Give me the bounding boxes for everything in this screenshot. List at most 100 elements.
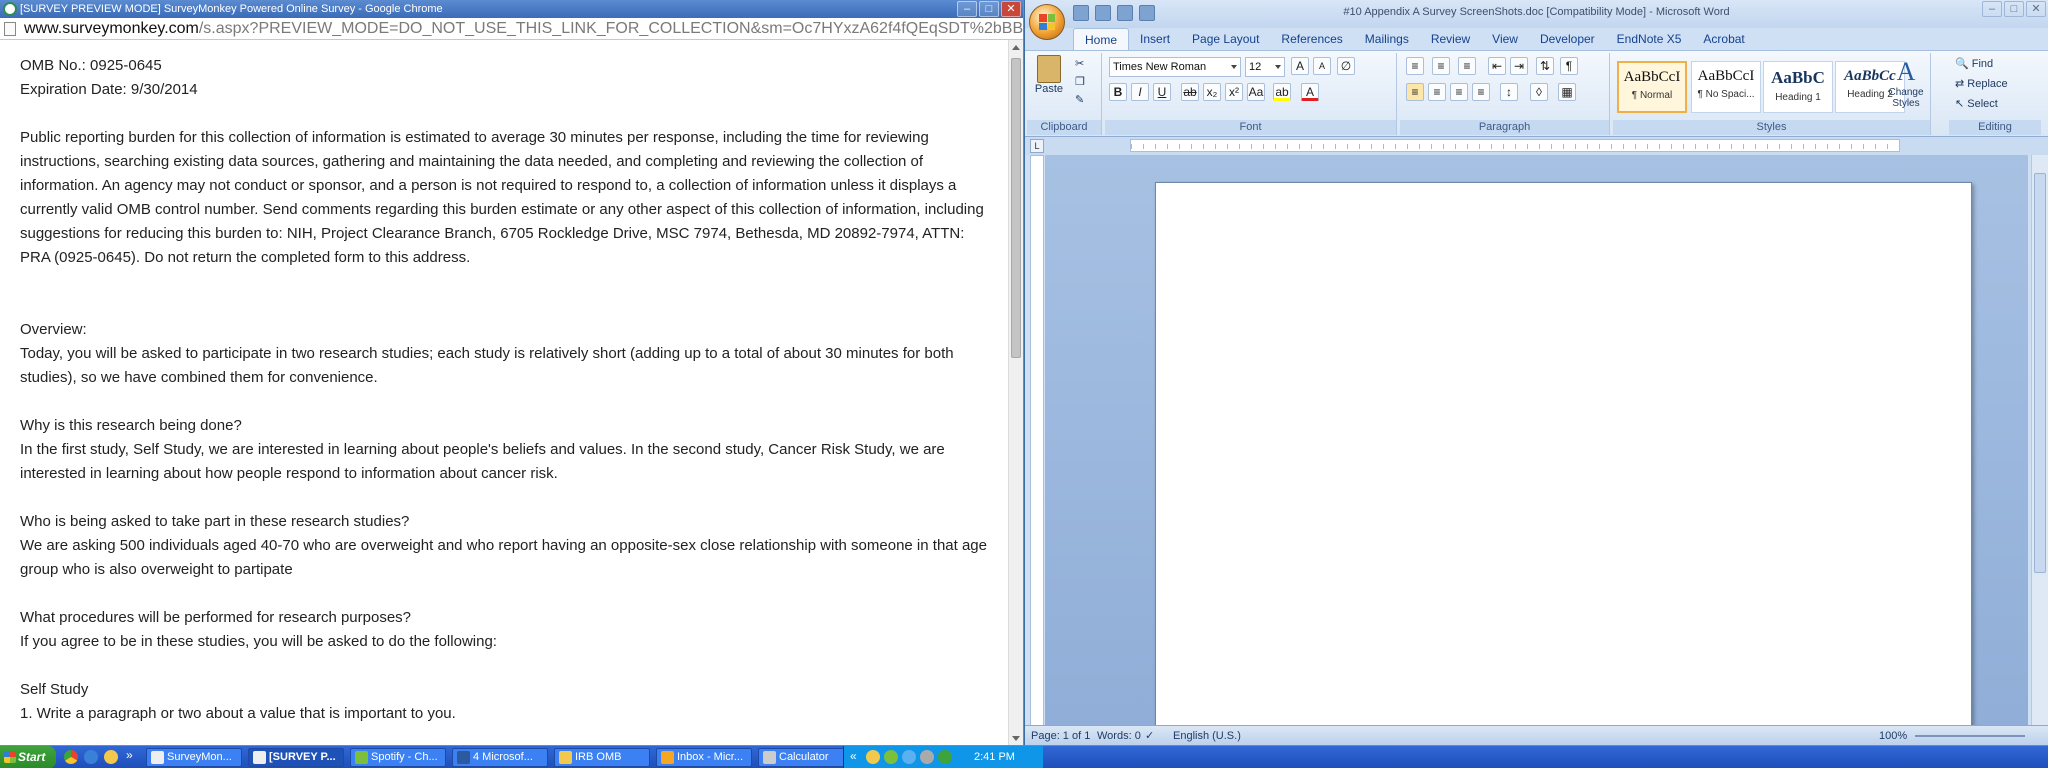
tab-references[interactable]: References (1270, 28, 1353, 50)
word-minimize-icon[interactable]: – (1982, 1, 2002, 17)
tray-messenger-icon[interactable] (866, 750, 880, 764)
change-styles-button[interactable]: A Change Styles (1883, 57, 1929, 109)
borders-icon[interactable]: ▦ (1558, 83, 1576, 101)
scroll-down-icon[interactable] (1012, 736, 1020, 741)
zoom-level[interactable]: 100% (1879, 726, 1907, 746)
font-size-dropdown[interactable]: 12 (1245, 57, 1285, 77)
office-button[interactable] (1029, 4, 1065, 40)
numbering-icon[interactable]: ≡ (1432, 57, 1450, 75)
tray-expand-icon[interactable]: « (850, 749, 857, 763)
font-name-dropdown[interactable]: Times New Roman (1109, 57, 1241, 77)
task-label: SurveyMon... (167, 751, 232, 763)
italic-button[interactable]: I (1131, 83, 1149, 101)
scroll-up-icon[interactable] (1012, 45, 1020, 50)
word-scrollbar[interactable] (2031, 155, 2048, 745)
paste-button[interactable]: Paste (1033, 55, 1065, 95)
more-quicklaunch-icon[interactable]: » (126, 748, 133, 762)
change-case-icon[interactable]: Aa (1247, 83, 1265, 101)
scroll-thumb[interactable] (1011, 58, 1021, 358)
replace-button[interactable]: ⇄ Replace (1955, 77, 2008, 90)
line-spacing-icon[interactable]: ↕ (1500, 83, 1518, 101)
word-scroll-thumb[interactable] (2034, 173, 2046, 573)
document-page[interactable] (1155, 182, 1972, 745)
task-survey-preview[interactable]: [SURVEY P... (248, 748, 344, 767)
chrome-scrollbar[interactable] (1008, 40, 1023, 745)
task-microsoft-group[interactable]: 4 Microsof... (452, 748, 548, 767)
increase-indent-icon[interactable]: ⇥ (1510, 57, 1528, 75)
task-calculator[interactable]: Calculator (758, 748, 854, 767)
align-right-icon[interactable]: ≡ (1450, 83, 1468, 101)
chrome-titlebar[interactable]: [SURVEY PREVIEW MODE] SurveyMonkey Power… (0, 0, 1023, 18)
subscript-icon[interactable]: x₂ (1203, 83, 1221, 101)
system-tray: « 2:41 PM (843, 746, 2048, 768)
clock[interactable]: 2:41 PM (974, 746, 1015, 768)
cut-icon[interactable]: ✂ (1075, 57, 1084, 70)
clear-format-icon[interactable]: ∅ (1337, 57, 1355, 75)
bullets-icon[interactable]: ≡ (1406, 57, 1424, 75)
proofing-icon[interactable]: ✓ (1145, 726, 1154, 746)
tab-insert[interactable]: Insert (1129, 28, 1181, 50)
word-restore-icon[interactable]: □ (2004, 1, 2024, 17)
word-titlebar[interactable]: #10 Appendix A Survey ScreenShots.doc [C… (1025, 0, 2048, 40)
chrome-quicklaunch-icon[interactable] (64, 750, 78, 764)
tab-page-layout[interactable]: Page Layout (1181, 28, 1270, 50)
task-irb-omb[interactable]: IRB OMB (554, 748, 650, 767)
tab-endnote[interactable]: EndNote X5 (1606, 28, 1693, 50)
align-left-icon[interactable]: ≡ (1406, 83, 1424, 101)
superscript-icon[interactable]: x² (1225, 83, 1243, 101)
format-painter-icon[interactable]: ✎ (1075, 93, 1084, 106)
find-button[interactable]: 🔍 Find (1955, 57, 1993, 70)
tab-mailings[interactable]: Mailings (1354, 28, 1420, 50)
messenger-quicklaunch-icon[interactable] (104, 750, 118, 764)
outlook-icon (661, 751, 674, 764)
underline-button[interactable]: U (1153, 83, 1171, 101)
language-indicator[interactable]: English (U.S.) (1173, 726, 1241, 746)
style-normal[interactable]: AaBbCcI ¶ Normal (1617, 61, 1687, 113)
decrease-indent-icon[interactable]: ⇤ (1488, 57, 1506, 75)
tab-selector[interactable]: L (1030, 139, 1044, 153)
select-button[interactable]: ↖ Select (1955, 97, 1998, 110)
word-count[interactable]: Words: 0 (1097, 726, 1141, 746)
word-close-icon[interactable]: ✕ (2026, 1, 2046, 17)
style-no-spacing[interactable]: AaBbCcI ¶ No Spaci... (1691, 61, 1761, 113)
task-label: 4 Microsof... (473, 751, 533, 763)
tray-security-icon[interactable] (938, 750, 952, 764)
show-marks-icon[interactable]: ¶ (1560, 57, 1578, 75)
horizontal-ruler[interactable] (1130, 139, 1900, 152)
minimize-icon[interactable]: – (957, 1, 977, 17)
task-surveymonkey[interactable]: SurveyMon... (146, 748, 242, 767)
align-center-icon[interactable]: ≡ (1428, 83, 1446, 101)
page-count[interactable]: Page: 1 of 1 (1031, 726, 1090, 746)
zoom-slider[interactable] (1915, 735, 2025, 737)
font-color-icon[interactable]: A (1301, 83, 1319, 101)
bold-button[interactable]: B (1109, 83, 1127, 101)
copy-icon[interactable]: ❐ (1075, 75, 1085, 88)
shading-icon[interactable]: ◊ (1530, 83, 1548, 101)
justify-icon[interactable]: ≡ (1472, 83, 1490, 101)
vertical-ruler[interactable] (1030, 155, 1044, 745)
tab-view[interactable]: View (1481, 28, 1529, 50)
tab-review[interactable]: Review (1420, 28, 1481, 50)
close-icon[interactable]: ✕ (1001, 1, 1021, 17)
tab-home[interactable]: Home (1073, 28, 1130, 50)
tray-spotify-icon[interactable] (884, 750, 898, 764)
task-spotify[interactable]: Spotify - Ch... (350, 748, 446, 767)
style-heading-1[interactable]: AaBbC Heading 1 (1763, 61, 1833, 113)
shrink-font-icon[interactable]: A (1313, 57, 1331, 75)
chrome-window: [SURVEY PREVIEW MODE] SurveyMonkey Power… (0, 0, 1024, 745)
ie-quicklaunch-icon[interactable] (84, 750, 98, 764)
highlight-icon[interactable]: ab (1273, 83, 1291, 101)
tab-acrobat[interactable]: Acrobat (1692, 28, 1755, 50)
tab-developer[interactable]: Developer (1529, 28, 1606, 50)
task-label: IRB OMB (575, 751, 622, 763)
strikethrough-icon[interactable]: ab (1181, 83, 1199, 101)
task-inbox[interactable]: Inbox - Micr... (656, 748, 752, 767)
tray-network-icon[interactable] (902, 750, 916, 764)
multilevel-list-icon[interactable]: ≡ (1458, 57, 1476, 75)
grow-font-icon[interactable]: A (1291, 57, 1309, 75)
address-bar[interactable]: www.surveymonkey.com/s.aspx?PREVIEW_MODE… (0, 18, 1023, 40)
tray-volume-icon[interactable] (920, 750, 934, 764)
sort-icon[interactable]: ⇅ (1536, 57, 1554, 75)
start-button[interactable]: Start (0, 746, 56, 768)
maximize-icon[interactable]: □ (979, 1, 999, 17)
